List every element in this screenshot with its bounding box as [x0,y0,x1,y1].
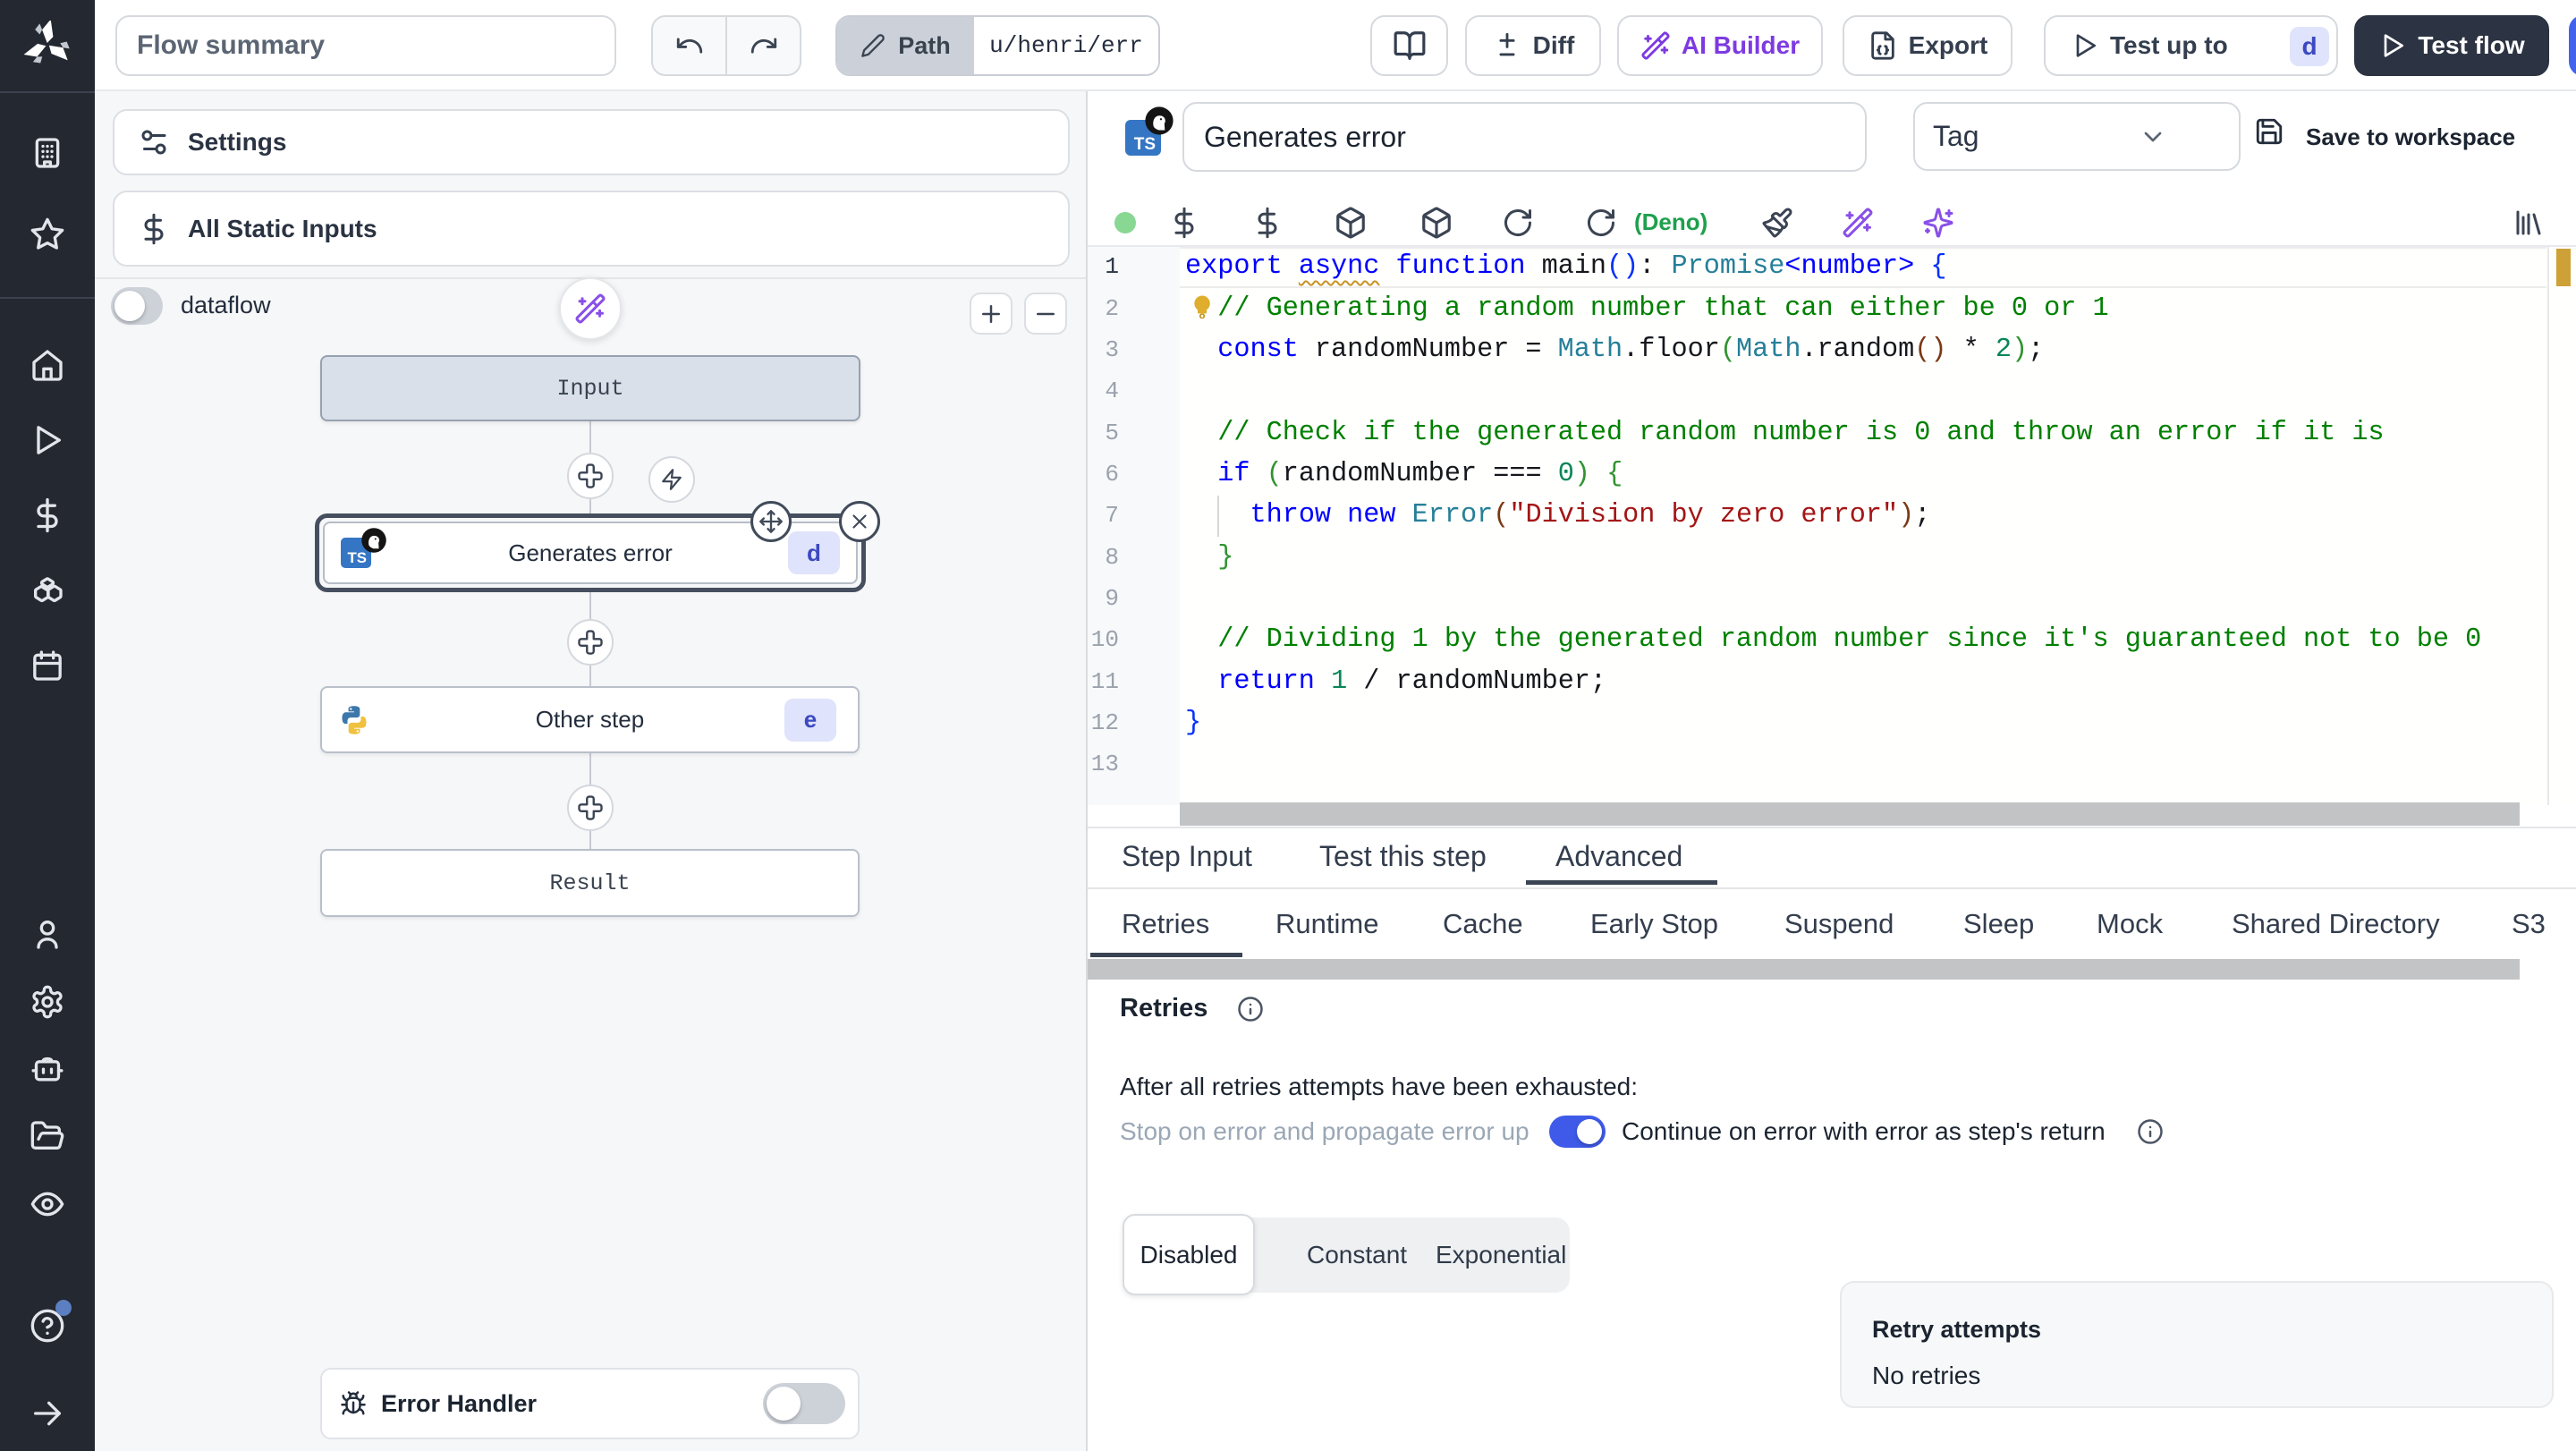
svg-text:TS: TS [1134,135,1156,154]
